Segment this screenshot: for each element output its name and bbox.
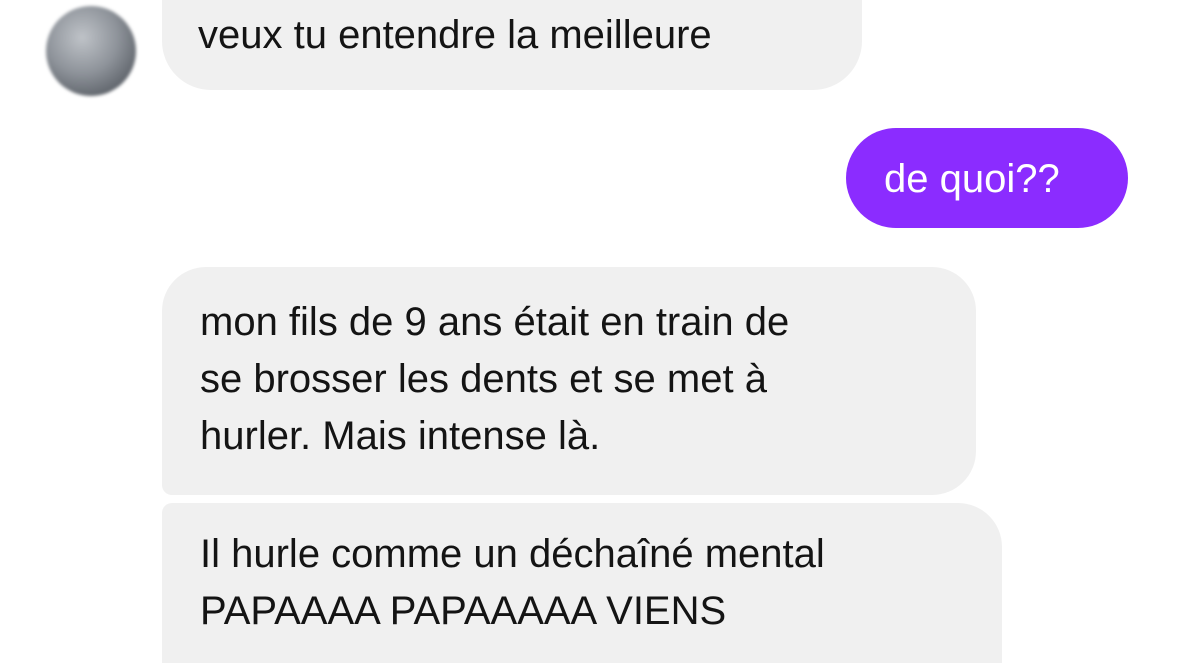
message-text: hurler. Mais intense là. [200, 414, 601, 458]
incoming-message-bubble[interactable]: mon fils de 9 ans était en train de se b… [162, 267, 976, 495]
incoming-message-bubble[interactable]: Il hurle comme un déchaîné mental PAPAAA… [162, 503, 1002, 663]
incoming-message-bubble[interactable]: veux tu entendre la meilleure [162, 0, 862, 90]
message-text: se brosser les dents et se met à [200, 357, 767, 401]
contact-avatar[interactable] [46, 6, 136, 96]
message-thread: veux tu entendre la meilleure de quoi?? … [0, 0, 1200, 663]
message-text: Il hurle comme un déchaîné mental [200, 532, 825, 576]
outgoing-message-bubble[interactable]: de quoi?? [846, 128, 1128, 228]
message-text: mon fils de 9 ans était en train de [200, 300, 790, 344]
message-text: veux tu entendre la meilleure [198, 13, 712, 57]
message-text: PAPAAAA PAPAAAAA VIENS [200, 589, 727, 633]
message-text: de quoi?? [884, 157, 1060, 201]
